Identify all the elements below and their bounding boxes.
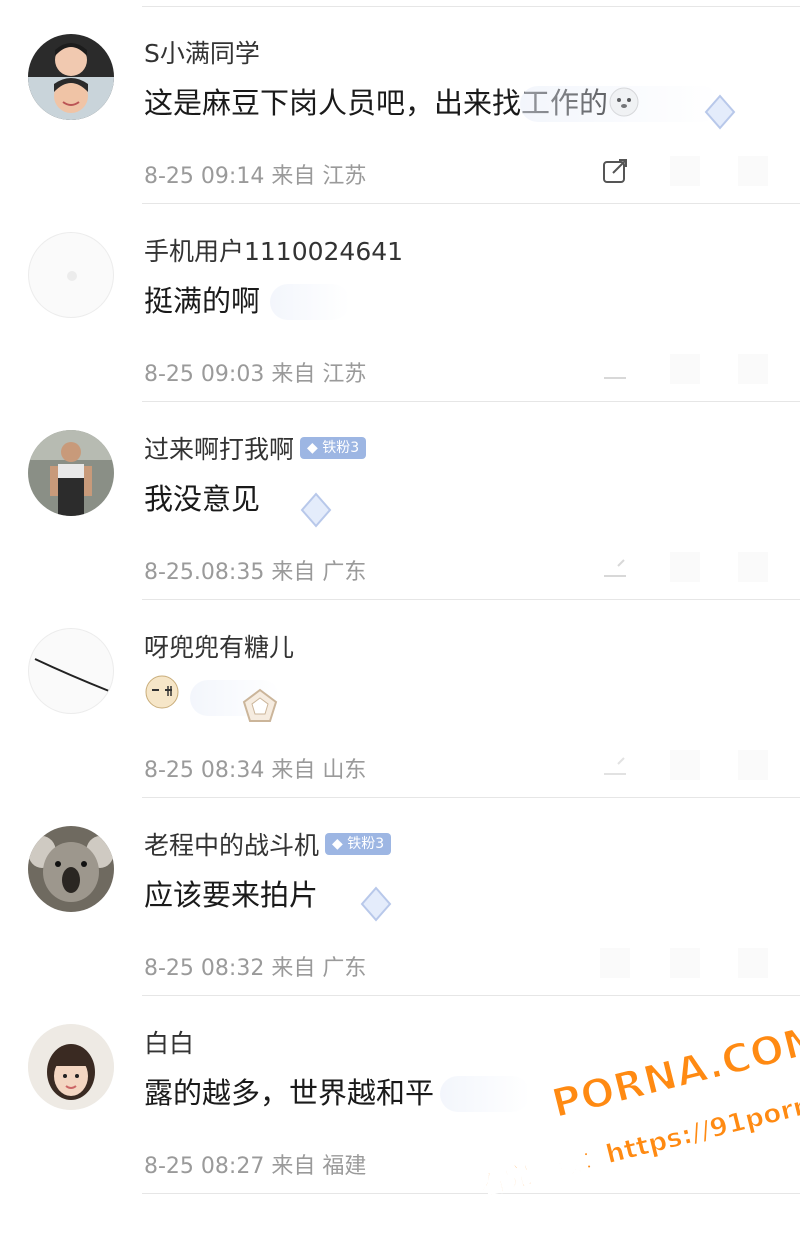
user-avatar[interactable]: [28, 232, 114, 318]
comment-icon[interactable]: [670, 156, 700, 186]
comment-time: 8-25 09:03: [144, 362, 265, 387]
avatar-line-drawing-icon: [34, 658, 110, 692]
comment-meta: 8-25 09:14 来自 江苏: [144, 158, 366, 190]
comment-location: 江苏: [322, 164, 367, 189]
comment-item[interactable]: 呀兜兜有糖儿 8-25 08:34 来自 山东: [0, 600, 800, 798]
diamond-sticker-icon: [700, 92, 740, 132]
comment-text: 露的越多，世界越和平: [144, 1076, 435, 1110]
like-icon[interactable]: [738, 552, 768, 582]
user-avatar[interactable]: [28, 34, 114, 120]
diamond-sticker-icon: [356, 884, 396, 924]
share-icon[interactable]: [600, 552, 630, 582]
like-icon[interactable]: [738, 948, 768, 978]
fan-badge: ◆ 铁粉3: [325, 833, 392, 855]
comment-from: 来自: [271, 164, 316, 189]
comment-icon[interactable]: [670, 354, 700, 384]
user-avatar[interactable]: [28, 826, 114, 912]
comment-item[interactable]: 过来啊打我啊 ◆ 铁粉3 我没意见 8-25.08:35 来自 广东: [0, 402, 800, 600]
comment-icon[interactable]: [670, 552, 700, 582]
decoration-gradient: [270, 284, 350, 320]
share-icon[interactable]: [600, 354, 630, 384]
comment-location: 广东: [322, 560, 367, 585]
comment-icon[interactable]: [670, 750, 700, 780]
comment-meta: 8-25 08:34 来自 山东: [144, 752, 366, 784]
comment-meta: 8-25 08:27 来自 福建: [144, 1148, 366, 1180]
comment-time: 8-25.08:35: [144, 560, 265, 585]
like-icon[interactable]: [738, 354, 768, 384]
diamond-sticker-icon: [296, 490, 336, 530]
user-avatar[interactable]: [28, 628, 114, 714]
username[interactable]: S小满同学: [144, 34, 260, 70]
fan-badge: ◆ 铁粉3: [300, 437, 367, 459]
avatar-blank-icon: [67, 271, 77, 281]
comment-icon[interactable]: [670, 948, 700, 978]
comment-text: 我没意见: [144, 482, 261, 516]
share-icon[interactable]: [600, 750, 630, 780]
comment-from: 来自: [271, 1154, 316, 1179]
comment-text: [144, 674, 180, 717]
comment-text: 挺满的啊: [144, 284, 261, 318]
username[interactable]: 白白: [144, 1024, 194, 1060]
comment-item[interactable]: 老程中的战斗机 ◆ 铁粉3 应该要来拍片 8-25 08:32 来自 广东: [0, 798, 800, 996]
koala-avatar-icon: [28, 826, 114, 912]
user-avatar[interactable]: [28, 1024, 114, 1110]
like-icon[interactable]: [738, 750, 768, 780]
username[interactable]: 呀兜兜有糖儿: [144, 628, 294, 664]
speechless-emoji-icon: [144, 674, 180, 717]
comment-time: 8-25 08:32: [144, 956, 265, 981]
avatar-photo-man-icon: [28, 430, 114, 516]
username[interactable]: 手机用户1110024641: [144, 232, 403, 268]
comment-item[interactable]: S小满同学 这是麻豆下岗人员吧，出来找工作的 8-25 09:14 来自 江苏: [0, 6, 800, 204]
username-text: 过来啊打我啊: [144, 435, 295, 464]
comment-from: 来自: [271, 362, 316, 387]
comment-location: 江苏: [322, 362, 367, 387]
divider: [142, 1193, 800, 1194]
comment-time: 8-25 09:14: [144, 164, 265, 189]
comment-from: 来自: [271, 758, 316, 783]
avatar-photo-girl-icon: [28, 1024, 114, 1110]
fan-badge-label: 铁粉3: [347, 836, 385, 852]
comment-location: 山东: [322, 758, 367, 783]
comment-meta: 8-25 08:32 来自 广东: [144, 950, 366, 982]
username-text: 老程中的战斗机: [144, 831, 320, 860]
pentagon-sticker-icon: [240, 686, 280, 726]
share-icon[interactable]: [600, 156, 630, 186]
comment-time: 8-25 08:27: [144, 1154, 265, 1179]
comment-meta: 8-25.08:35 来自 广东: [144, 554, 366, 586]
comment-from: 来自: [271, 560, 316, 585]
comment-location: 广东: [322, 956, 367, 981]
avatar-photo-child-icon: [28, 34, 114, 120]
like-icon[interactable]: [738, 156, 768, 186]
comment-text: 应该要来拍片: [144, 878, 319, 912]
username[interactable]: 过来啊打我啊 ◆ 铁粉3: [144, 430, 367, 466]
comment-location: 福建: [322, 1154, 367, 1179]
comment-item[interactable]: 手机用户1110024641 挺满的啊 8-25 09:03 来自 江苏: [0, 204, 800, 402]
comment-meta: 8-25 09:03 来自 江苏: [144, 356, 366, 388]
user-avatar[interactable]: [28, 430, 114, 516]
fan-badge-label: 铁粉3: [322, 440, 360, 456]
share-icon[interactable]: [600, 948, 630, 978]
comment-from: 来自: [271, 956, 316, 981]
comment-time: 8-25 08:34: [144, 758, 265, 783]
username[interactable]: 老程中的战斗机 ◆ 铁粉3: [144, 826, 392, 862]
comment-list: S小满同学 这是麻豆下岗人员吧，出来找工作的 8-25 09:14 来自 江苏: [0, 0, 800, 1210]
decoration-gradient: [520, 86, 720, 122]
